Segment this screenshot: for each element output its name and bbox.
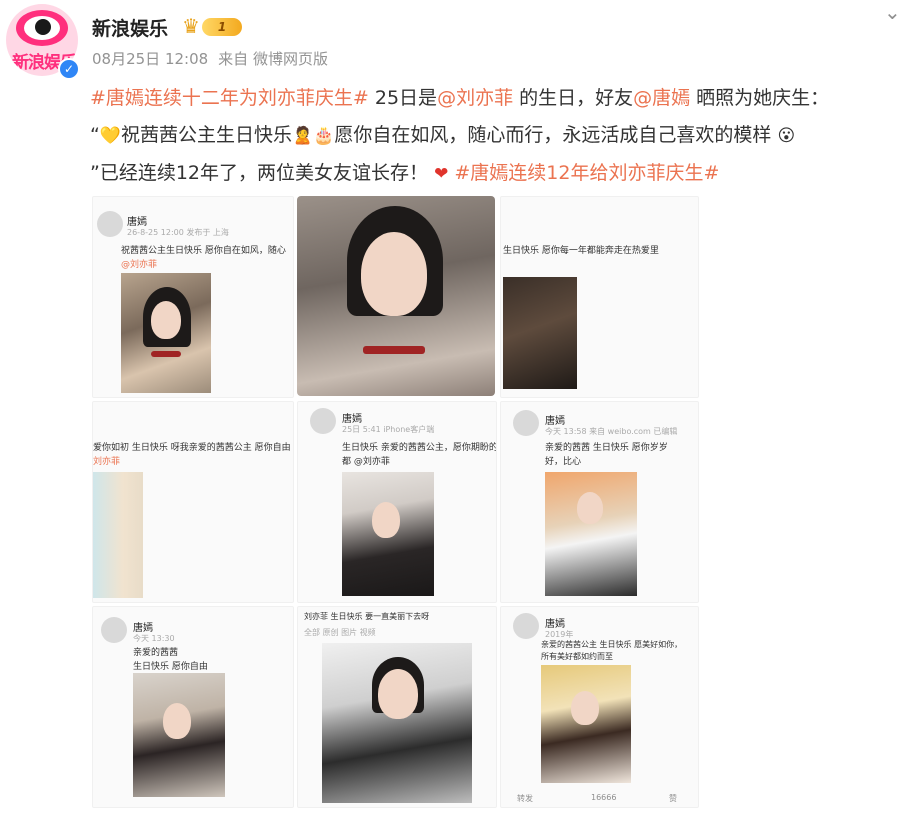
vip-level: 1 bbox=[202, 18, 242, 36]
grid-image-5[interactable]: 唐嫣 25日 5:41 iPhone客户端 生日快乐 亲爱的茜茜公主，愿你期盼的… bbox=[297, 401, 497, 603]
mini-mention: 刘亦菲 bbox=[93, 457, 121, 467]
photo bbox=[133, 673, 225, 797]
mini-text: 生日快乐 愿你每一年都能奔走在热爱里 bbox=[503, 246, 659, 256]
mini-text: 生日快乐 亲爱的茜茜公主，愿你期盼的 bbox=[342, 443, 497, 453]
photo bbox=[322, 643, 472, 803]
photo bbox=[541, 665, 631, 783]
photo bbox=[503, 277, 577, 389]
repost-button: 转发 bbox=[517, 794, 533, 803]
grid-image-8[interactable]: 刘亦菲 生日快乐 要一直美丽下去呀 全部 原创 图片 视频 bbox=[297, 606, 497, 808]
grid-image-6[interactable]: 唐嫣 今天 13:58 来自 weibo.com 已编辑 亲爱的茜茜 生日快乐 … bbox=[500, 401, 699, 603]
grid-image-7[interactable]: 唐嫣 今天 13:30 亲爱的茜茜 生日快乐 愿你自由 bbox=[92, 606, 294, 808]
hashtag-link[interactable]: #唐嫣连续12年给刘亦菲庆生# bbox=[454, 162, 719, 184]
mini-text: 亲爱的茜茜 bbox=[133, 648, 179, 658]
mini-text: 祝茜茜公主生日快乐 愿你自在如风，随心 bbox=[121, 246, 286, 256]
logo-eye-pupil bbox=[35, 19, 51, 35]
post-text-segment: 的生日，好友 bbox=[513, 87, 634, 109]
face-shape bbox=[378, 669, 418, 719]
mini-text: 亲爱的茜茜 生日快乐 愿你岁岁 bbox=[545, 443, 668, 453]
mini-text: 生日快乐 愿你自由 bbox=[133, 662, 208, 672]
mention-link[interactable]: @唐嫣 bbox=[633, 87, 690, 109]
mini-mention: @刘亦菲 bbox=[121, 260, 158, 270]
chevron-down-icon[interactable]: ⌄ bbox=[884, 0, 901, 24]
mini-avatar bbox=[310, 408, 336, 434]
face-shape bbox=[577, 492, 603, 524]
mini-meta: 今天 13:58 来自 weibo.com 已编辑 bbox=[545, 427, 678, 436]
mini-avatar bbox=[97, 211, 123, 237]
mini-avatar bbox=[513, 613, 539, 639]
like-button: 赞 bbox=[669, 794, 677, 803]
mini-tabs: 全部 原创 图片 视频 bbox=[304, 628, 376, 637]
post-text-segment: 祝茜茜公主生日快乐 bbox=[121, 124, 293, 146]
face-shape bbox=[163, 703, 191, 739]
post-text-segment: 晒照为她庆生： bbox=[690, 87, 830, 109]
grid-image-4[interactable]: 爱你如初 生日快乐 呀我亲爱的茜茜公主 愿你自由 刘亦菲 bbox=[92, 401, 294, 603]
mini-text: 刘亦菲 生日快乐 要一直美丽下去呀 bbox=[304, 612, 430, 621]
surprised-face-emoji-icon: 😮 bbox=[777, 126, 796, 146]
yellow-heart-emoji-icon: 💛 bbox=[99, 126, 122, 146]
mini-meta: 25日 5:41 iPhone客户端 bbox=[342, 425, 435, 434]
face-shape bbox=[151, 301, 181, 339]
mini-text: 好，比心 bbox=[545, 457, 582, 467]
post-text: #唐嫣连续十二年为刘亦菲庆生# 25日是@刘亦菲 的生日，好友@唐嫣 晒照为她庆… bbox=[90, 80, 905, 193]
mini-username: 唐嫣 bbox=[545, 619, 565, 630]
mini-text: 所有美好都如约而至 bbox=[541, 652, 613, 661]
comment-count: 16666 bbox=[591, 793, 617, 802]
quote-open: “ bbox=[90, 124, 100, 146]
grid-image-1[interactable]: 唐嫣 26-8-25 12:00 发布于 上海 祝茜茜公主生日快乐 愿你自在如风… bbox=[92, 196, 294, 398]
post-text-segment: 愿你自在如风，随心而行，永远活成自己喜欢的模样 bbox=[334, 124, 772, 146]
post-meta: 08月25日 12:08 来自 微博网页版 bbox=[92, 48, 338, 69]
face-shape bbox=[372, 502, 400, 538]
face-shape bbox=[571, 691, 599, 725]
photo bbox=[342, 472, 434, 596]
username[interactable]: 新浪娱乐 bbox=[92, 14, 168, 41]
grid-image-3[interactable]: 生日快乐 愿你每一年都能奔走在热爱里 bbox=[500, 196, 699, 398]
verified-badge-icon: ✓ bbox=[58, 58, 80, 80]
hashtag-link[interactable]: #唐嫣连续十二年为刘亦菲庆生# bbox=[90, 87, 369, 109]
face-shape bbox=[361, 232, 427, 316]
mini-username: 唐嫣 bbox=[127, 217, 147, 228]
photo bbox=[545, 472, 637, 596]
post-source: 来自 微博网页版 bbox=[218, 50, 328, 68]
necklace-shape bbox=[363, 346, 425, 354]
mini-text: 爱你如初 生日快乐 呀我亲爱的茜茜公主 愿你自由 bbox=[93, 443, 291, 453]
post-text-segment: 25日是 bbox=[368, 87, 438, 109]
mini-username: 唐嫣 bbox=[545, 416, 565, 427]
mini-text: 亲爱的茜茜公主 生日快乐 愿美好如你， bbox=[541, 640, 683, 649]
woman-emoji-icon: 🙎 bbox=[292, 126, 314, 146]
grid-image-2[interactable] bbox=[297, 196, 495, 396]
red-heart-emoji-icon: ❤ bbox=[434, 164, 449, 184]
photo bbox=[297, 196, 495, 396]
mini-avatar bbox=[101, 617, 127, 643]
grid-image-9[interactable]: 唐嫣 2019年 亲爱的茜茜公主 生日快乐 愿美好如你， 所有美好都如约而至 转… bbox=[500, 606, 699, 808]
mini-meta: 26-8-25 12:00 发布于 上海 bbox=[127, 228, 229, 237]
necklace-shape bbox=[151, 351, 181, 357]
photo bbox=[121, 273, 211, 393]
mini-username: 唐嫣 bbox=[342, 414, 362, 425]
photo bbox=[93, 472, 143, 598]
mini-meta: 今天 13:30 bbox=[133, 634, 175, 643]
crown-icon: ♛ bbox=[182, 14, 200, 38]
image-grid: 唐嫣 26-8-25 12:00 发布于 上海 祝茜茜公主生日快乐 愿你自在如风… bbox=[92, 196, 699, 808]
mini-avatar bbox=[513, 410, 539, 436]
vip-badge[interactable]: ♛ 1 bbox=[182, 15, 244, 39]
mini-text: 都 @刘亦菲 bbox=[342, 457, 390, 467]
post-text-segment: ”已经连续12年了，两位美女友谊长存！ bbox=[90, 162, 429, 184]
mention-link[interactable]: @刘亦菲 bbox=[437, 87, 513, 109]
birthday-cake-emoji-icon: 🎂 bbox=[313, 126, 335, 146]
mini-username: 唐嫣 bbox=[133, 623, 153, 634]
post-date[interactable]: 08月25日 12:08 bbox=[92, 50, 208, 68]
